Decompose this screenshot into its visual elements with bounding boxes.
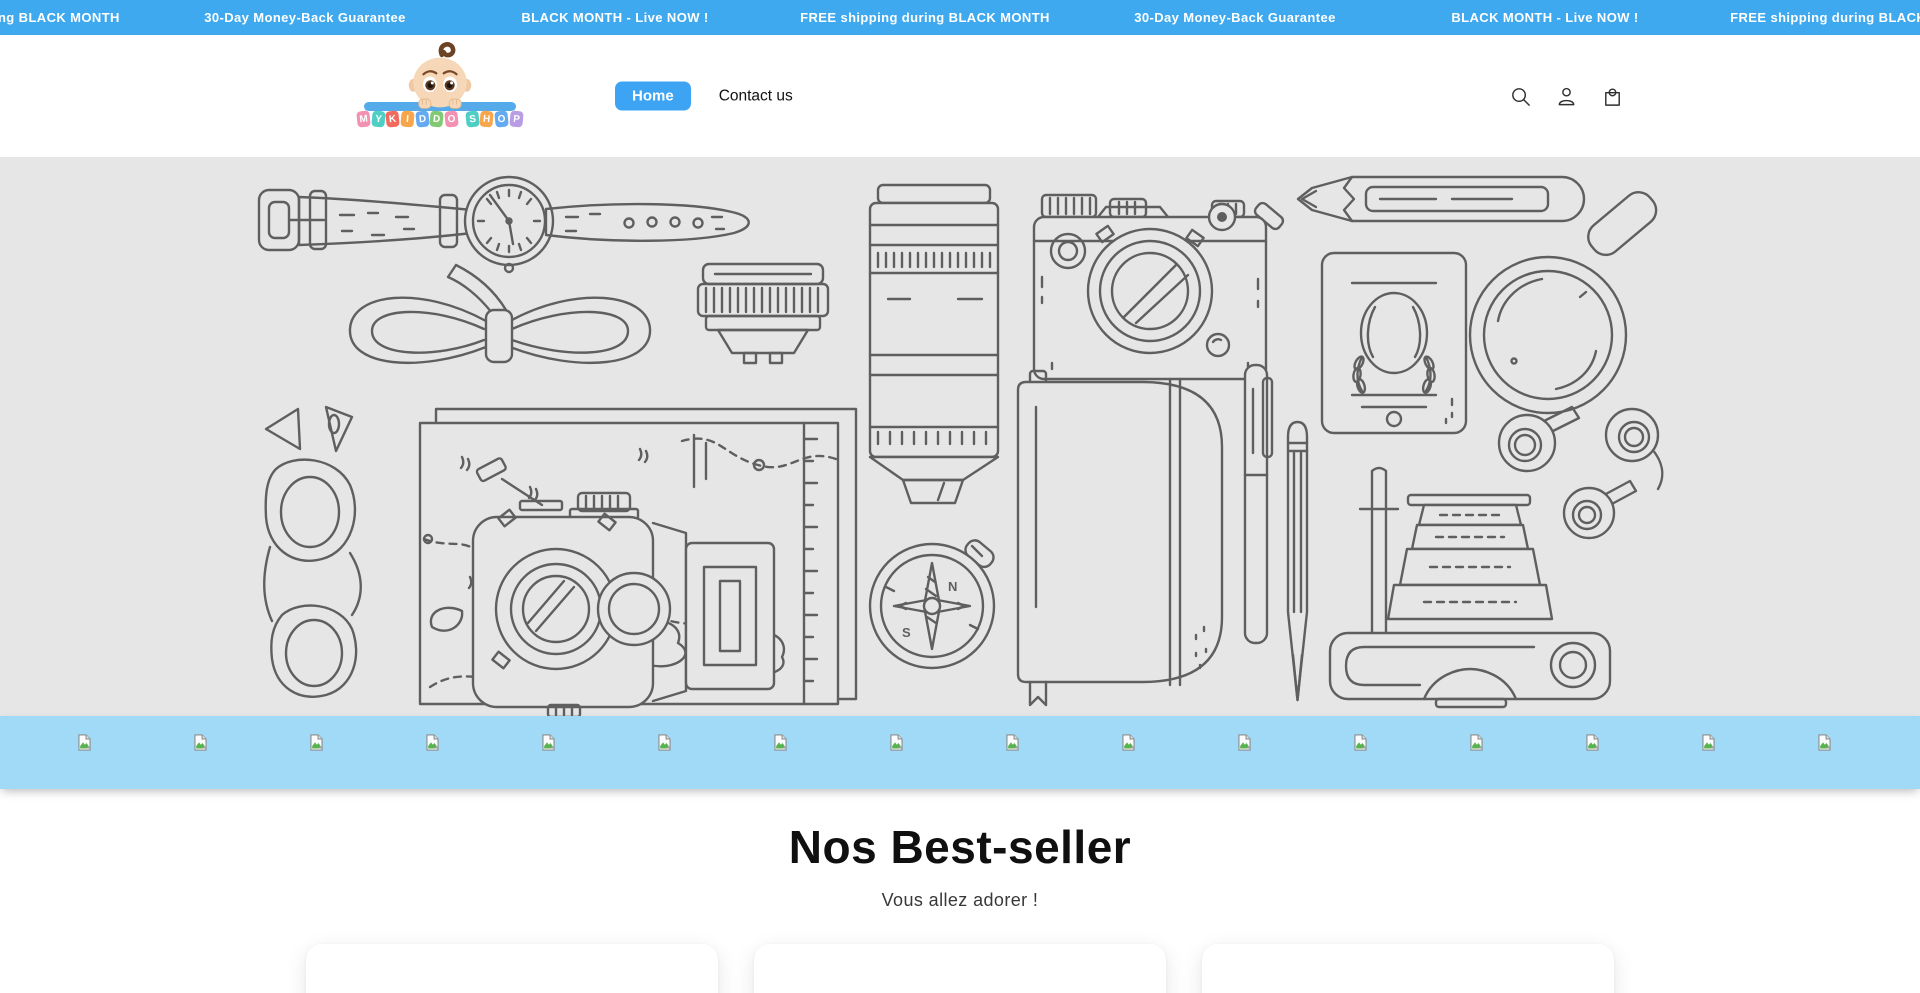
cart-button[interactable] (1594, 78, 1630, 114)
pen-illustration (1245, 365, 1272, 643)
watch-illustration (259, 177, 749, 272)
product-card[interactable] (1202, 944, 1614, 993)
section-subtitle: Vous allez adorer ! (0, 890, 1920, 911)
logo-letter: Y (371, 110, 386, 127)
carousel-track (0, 716, 1920, 752)
bestseller-section: Nos Best-seller Vous allez adorer ! (0, 789, 1920, 993)
nav-home[interactable]: Home (615, 82, 691, 111)
camera-illustration (1034, 195, 1285, 379)
broken-image-icon (1351, 733, 1370, 752)
pencil-vertical-illustration (1288, 422, 1307, 700)
main-nav: Home Contact us (615, 82, 793, 111)
broken-image-icon (887, 733, 906, 752)
announcement-message: 30-Day Money-Back Guarantee (150, 0, 460, 35)
store-logo-link[interactable]: M Y K I D D O S H O P (357, 43, 523, 149)
nav-contact-us[interactable]: Contact us (719, 87, 793, 105)
broken-image-icon (655, 733, 674, 752)
announcement-message: FREE shipping during BLACK MONTH (0, 0, 150, 35)
tape-rolls-illustration (1499, 407, 1662, 538)
broken-image-icon (191, 733, 210, 752)
broken-image-icon (539, 733, 558, 752)
product-card[interactable] (754, 944, 1166, 993)
product-cards (0, 944, 1920, 993)
announcement-message: FREE shipping during BLACK MONTH (1700, 0, 1920, 35)
account-button[interactable] (1548, 78, 1584, 114)
belt-illustration (350, 265, 650, 363)
flat-camera-illustration (1330, 633, 1610, 707)
section-title: Nos Best-seller (0, 789, 1920, 874)
broken-image-icon (1815, 733, 1834, 752)
announcement-marquee: FREE shipping during BLACK MONTH 30-Day … (0, 0, 1920, 35)
announcement-message: BLACK MONTH - Live NOW ! (460, 0, 770, 35)
announcement-message: 30-Day Money-Back Guarantee (1080, 0, 1390, 35)
pencil-illustration (1298, 177, 1584, 221)
big-lens-illustration (870, 185, 998, 503)
logo-letter: O (494, 110, 509, 127)
logo-letter: O (444, 110, 459, 127)
compass-north-label: N (948, 579, 957, 594)
site-header: M Y K I D D O S H O P Home Contact us (0, 35, 1920, 157)
logo-letter: H (480, 110, 495, 127)
broken-image-icon (771, 733, 790, 752)
product-card[interactable] (306, 944, 718, 993)
baby-logo-icon (394, 41, 486, 113)
logo-letter-blocks: M Y K I D D O S H O P (357, 109, 523, 129)
search-button[interactable] (1502, 78, 1538, 114)
lens-hood-illustration (1388, 495, 1552, 619)
logo-letter: M (356, 110, 371, 127)
broken-image-icon (423, 733, 442, 752)
broken-image-icon (1003, 733, 1022, 752)
broken-image-icon (1119, 733, 1138, 752)
search-icon (1509, 85, 1532, 108)
broken-image-icon (1699, 733, 1718, 752)
logo-letter: S (465, 110, 480, 127)
small-lens-illustration (698, 264, 828, 363)
broken-image-icon (75, 733, 94, 752)
account-icon (1555, 85, 1578, 108)
logo-letter: D (415, 110, 430, 127)
announcement-message: BLACK MONTH - Live NOW ! (1390, 0, 1700, 35)
logo-carousel (0, 716, 1920, 789)
broken-image-icon (1235, 733, 1254, 752)
glasses-illustration (264, 407, 361, 697)
cart-icon (1601, 85, 1624, 108)
logo-letter: P (509, 110, 524, 127)
logo-letter: D (430, 110, 445, 127)
logo-letter: K (386, 110, 401, 127)
announcement-bar: FREE shipping during BLACK MONTH 30-Day … (0, 0, 1920, 35)
compass-south-label: S (902, 625, 911, 640)
announcement-message: FREE shipping during BLACK MONTH (770, 0, 1080, 35)
broken-image-icon (307, 733, 326, 752)
broken-image-icon (1583, 733, 1602, 752)
hero-banner: N S (0, 157, 1920, 716)
compass-illustration: N S (870, 537, 997, 668)
header-icons (1502, 78, 1630, 114)
notebook-illustration (1018, 371, 1222, 705)
logo-letter: I (400, 110, 415, 127)
passport-illustration (1322, 253, 1466, 433)
broken-image-icon (1467, 733, 1486, 752)
